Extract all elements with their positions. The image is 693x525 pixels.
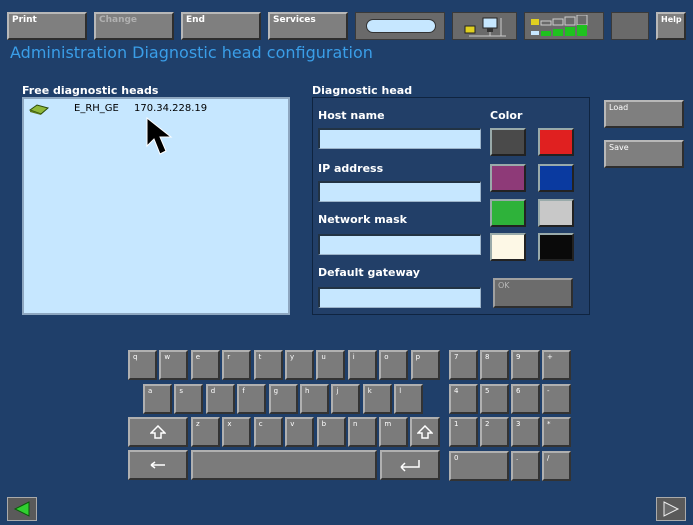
key-7[interactable]: 7	[449, 350, 478, 380]
key-3[interactable]: 3	[511, 417, 540, 447]
key-b[interactable]: b	[316, 417, 346, 447]
arrow-right-icon	[663, 501, 680, 517]
key-y[interactable]: y	[285, 350, 314, 380]
color-swatch-blue[interactable]	[538, 164, 574, 192]
list-item[interactable]: E_RH_GE 170.34.228.19	[26, 103, 286, 117]
shift-left-key[interactable]	[128, 417, 188, 447]
key-f[interactable]: f	[237, 384, 267, 414]
backspace-key[interactable]	[128, 450, 188, 480]
key-s[interactable]: s	[174, 384, 204, 414]
load-button[interactable]: Load	[604, 100, 684, 128]
key-g[interactable]: g	[268, 384, 298, 414]
key-dot[interactable]: .	[511, 450, 540, 481]
key-p[interactable]: p	[410, 350, 440, 380]
head-name: E_RH_GE	[74, 103, 119, 114]
page-title: Administration Diagnostic head configura…	[10, 43, 373, 62]
key-2[interactable]: 2	[480, 417, 509, 447]
key-6[interactable]: 6	[511, 383, 540, 414]
help-button[interactable]: Help	[656, 12, 686, 40]
ip-address-field[interactable]	[318, 181, 481, 202]
key-minus[interactable]: -	[542, 383, 571, 414]
key-v[interactable]: v	[285, 417, 315, 447]
color-swatch-dark-gray[interactable]	[490, 128, 526, 156]
toolbar-spacer	[611, 12, 649, 40]
status-indicator	[355, 12, 445, 40]
key-w[interactable]: w	[159, 350, 189, 380]
key-d[interactable]: d	[205, 384, 235, 414]
back-button[interactable]	[7, 497, 37, 521]
backspace-icon	[150, 461, 165, 469]
change-button[interactable]: Change	[94, 12, 174, 40]
key-l[interactable]: l	[394, 384, 424, 414]
key-z[interactable]: z	[191, 417, 220, 447]
ip-address-label: IP address	[318, 162, 384, 175]
key-r[interactable]: r	[222, 350, 252, 380]
signal-status	[524, 12, 604, 40]
color-swatch-purple[interactable]	[490, 164, 526, 192]
end-button[interactable]: End	[181, 12, 261, 40]
network-mask-label: Network mask	[318, 213, 407, 226]
default-gateway-label: Default gateway	[318, 266, 420, 279]
arrow-left-icon	[13, 501, 30, 517]
key-0[interactable]: 0	[449, 450, 509, 481]
default-gateway-field[interactable]	[318, 287, 481, 308]
signal-bars-icon	[531, 15, 588, 36]
color-swatch-cream[interactable]	[490, 233, 526, 261]
key-o[interactable]: o	[379, 350, 409, 380]
key-m[interactable]: m	[379, 417, 409, 447]
host-name-field[interactable]	[318, 128, 481, 149]
shift-right-key[interactable]	[410, 417, 440, 447]
key-a[interactable]: a	[143, 384, 172, 414]
enter-icon	[400, 460, 420, 472]
key-5[interactable]: 5	[480, 383, 509, 414]
free-heads-label: Free diagnostic heads	[22, 84, 159, 97]
key-x[interactable]: x	[222, 417, 252, 447]
key-n[interactable]: n	[348, 417, 377, 447]
services-button[interactable]: Services	[268, 12, 348, 40]
color-swatch-black[interactable]	[538, 233, 574, 261]
enter-key[interactable]	[380, 450, 440, 480]
key-k[interactable]: k	[362, 384, 392, 414]
network-icon	[464, 17, 506, 37]
key-j[interactable]: j	[331, 384, 361, 414]
key-multiply[interactable]: *	[542, 417, 571, 447]
key-1[interactable]: 1	[449, 417, 478, 447]
space-key[interactable]	[191, 450, 377, 480]
ok-button[interactable]: OK	[493, 278, 573, 308]
key-c[interactable]: c	[253, 417, 283, 447]
key-e[interactable]: e	[190, 350, 220, 380]
color-label: Color	[490, 109, 523, 122]
key-h[interactable]: h	[300, 384, 329, 414]
save-button[interactable]: Save	[604, 140, 684, 168]
key-9[interactable]: 9	[511, 350, 540, 380]
shift-icon	[417, 425, 433, 439]
key-slash[interactable]: /	[542, 450, 571, 481]
key-i[interactable]: i	[347, 350, 377, 380]
mouse-cursor-icon	[146, 116, 173, 155]
key-8[interactable]: 8	[480, 350, 509, 380]
network-mask-field[interactable]	[318, 234, 481, 255]
key-4[interactable]: 4	[449, 383, 478, 414]
key-q[interactable]: q	[128, 350, 157, 380]
print-button[interactable]: Print	[7, 12, 87, 40]
color-swatch-green[interactable]	[490, 199, 526, 227]
forward-button[interactable]	[656, 497, 686, 521]
connection-pill-icon	[366, 19, 436, 33]
diagnostic-head-icon	[28, 104, 50, 115]
key-t[interactable]: t	[253, 350, 283, 380]
shift-icon	[150, 425, 166, 439]
color-swatch-light-gray[interactable]	[538, 199, 574, 227]
head-ip: 170.34.228.19	[134, 103, 208, 114]
key-plus[interactable]: +	[542, 350, 571, 380]
diagnostic-head-label: Diagnostic head	[312, 84, 413, 97]
network-status	[452, 12, 517, 40]
color-swatch-red[interactable]	[538, 128, 574, 156]
host-name-label: Host name	[318, 109, 385, 122]
key-u[interactable]: u	[316, 350, 346, 380]
